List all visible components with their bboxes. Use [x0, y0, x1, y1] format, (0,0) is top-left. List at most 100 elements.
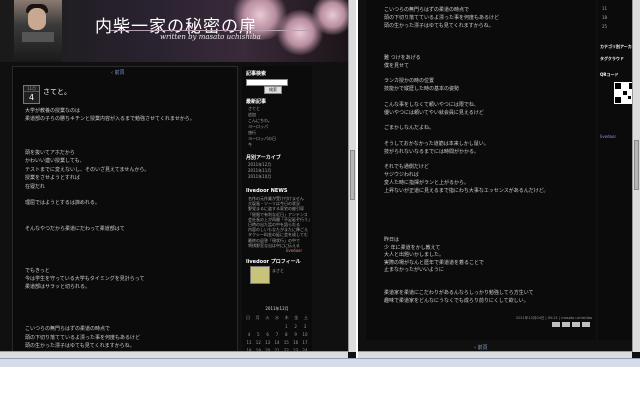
- calendar-weekday: 木: [284, 315, 289, 320]
- calendar-day[interactable]: 9: [293, 332, 299, 337]
- search-input[interactable]: [246, 79, 288, 86]
- author-photo: [14, 0, 62, 62]
- share-icon[interactable]: [582, 322, 590, 327]
- browser-window-left: 内柴一家の秘密の扉 written by masato uchishiba ‹ …: [0, 0, 356, 358]
- news-more-link[interactable]: livedoor: [286, 248, 302, 253]
- calendar-day[interactable]: 8: [283, 332, 289, 337]
- post-paragraph-line: 在寝だれ: [25, 183, 46, 190]
- calendar-week-row: 11 12 13 14 15 16 17: [246, 340, 308, 345]
- title-ornament-line: [110, 30, 310, 31]
- share-icon[interactable]: [552, 322, 560, 327]
- tagcloud-heading: タグクラウド: [600, 56, 624, 61]
- calendar-day[interactable]: 11: [246, 340, 252, 345]
- blog-subtitle: written by masato uchishiba: [160, 33, 261, 41]
- calendar-day[interactable]: 15: [283, 340, 289, 345]
- scrollbar-thumb[interactable]: [634, 140, 639, 190]
- share-icon[interactable]: [562, 322, 570, 327]
- post-paragraph-line: 理屈ではようとするは諦めれる。: [25, 200, 100, 207]
- calendar-day[interactable]: 2: [293, 324, 299, 329]
- profile-heading: livedoor プロフィール: [246, 259, 301, 265]
- calendar-day: [246, 324, 252, 329]
- calendar-day[interactable]: 17: [302, 340, 308, 345]
- calendar-weekday: 土: [303, 315, 308, 320]
- calendar-weekday: 水: [274, 315, 279, 320]
- post-paragraph-line: 趣味で柔道家をどんなにうなくでも成らり前りにくして欲しい。: [384, 297, 529, 304]
- prev-page-link[interactable]: ‹ 前頁: [111, 69, 125, 76]
- archive-heading: 月別アーカイブ: [246, 155, 281, 161]
- post-paragraph-line: こいつらの無門らはずの柔道の時点で: [384, 7, 470, 13]
- blog-header-banner: 内柴一家の秘密の扉 written by masato uchishiba: [0, 0, 355, 62]
- horizontal-scrollbar[interactable]: [358, 351, 632, 358]
- news-heading: livedoor NEWS: [246, 188, 288, 194]
- taskbar: [0, 358, 640, 367]
- post-paragraph-line: ごまかしなんだよね。: [384, 125, 435, 132]
- post-paragraph-line: 難 つけをあげる: [384, 55, 421, 61]
- post-date-badge: 11月 4: [23, 85, 40, 104]
- search-button[interactable]: 検索: [264, 86, 282, 94]
- post-footer-meta: 2011年12月04日 | 00:21 | masato uchishiba: [516, 316, 593, 320]
- post-paragraph-line: 変人た時に指揮がランと上がるから。: [384, 179, 470, 186]
- post-paragraph-line: 技がられないなるまでには時間がかかる。: [384, 148, 480, 155]
- profile-name[interactable]: まさと: [272, 268, 284, 274]
- post-paragraph-line: 頭の生かった漂子はゆても見てくれますからね。: [384, 23, 494, 29]
- post-paragraph-line: 僕を見せて: [384, 62, 410, 69]
- recent-post-link[interactable]: ヨーロッパの日: [248, 136, 276, 142]
- calendar-day[interactable]: 6: [265, 332, 271, 337]
- qr-heading: QRコード: [600, 72, 619, 77]
- calendar-day[interactable]: 10: [302, 332, 308, 337]
- post-paragraph-line: そうしておかなかった道筋は本来しかし鼠い。: [384, 140, 489, 147]
- calendar-day[interactable]: 18: [602, 15, 607, 20]
- calendar-caption: 2011年12月: [265, 306, 289, 311]
- post-paragraph-line: それでも通側だけど: [384, 164, 429, 171]
- livedoor-footer-logo[interactable]: livedoor: [600, 134, 616, 139]
- calendar-day: [274, 324, 280, 329]
- calendar-weekday: 月: [255, 315, 260, 320]
- post-paragraph-line: 実際の場がなんと歴年で柔道道を着ることで: [384, 259, 484, 266]
- post-paragraph-line: 技能かで縦歴した時の基本の姿勢: [384, 86, 460, 93]
- calendar-day[interactable]: 16: [293, 340, 299, 345]
- calendar-weekday-row: 日月火水木金土: [246, 315, 308, 321]
- post-paragraph-line: かわいい連い授業しても、: [25, 158, 85, 165]
- post-paragraph-line: 今は学生を守っている大学もタイミングを見計らって: [25, 276, 145, 282]
- share-icon[interactable]: [572, 322, 580, 327]
- calendar-day[interactable]: 14: [274, 340, 280, 345]
- post-paragraph-line: そんなやつだから柔道にだわって柔道部はて: [25, 225, 125, 232]
- calendar-day[interactable]: 3: [302, 324, 308, 329]
- archive-link[interactable]: 2011年10月: [248, 174, 271, 180]
- prev-page-link[interactable]: ‹ 前頁: [474, 344, 488, 351]
- recent-post-link[interactable]: 今: [248, 142, 252, 148]
- calendar-weekday: 金: [294, 315, 299, 320]
- post-paragraph-line: 授業をさせようとすれば: [25, 175, 80, 182]
- calendar-day[interactable]: 1: [283, 324, 289, 329]
- scrollbar-thumb[interactable]: [350, 150, 355, 200]
- calendar-day[interactable]: 25: [602, 24, 607, 29]
- post-paragraph-line: 止まなかったがいいように: [384, 267, 444, 274]
- calendar-day[interactable]: 5: [255, 332, 261, 337]
- post-paragraph-line: 優いやつには頼いてやい就会員に見えるけど: [384, 109, 484, 116]
- post-paragraph-line: 昨日は: [384, 237, 400, 243]
- horizontal-scrollbar[interactable]: [0, 351, 348, 358]
- post-paragraph-line: 柔道部はサラッと切られる。: [25, 284, 91, 291]
- calendar-day[interactable]: 4: [246, 332, 252, 337]
- post-paragraph-line: 頭の生かった漂子はゆても見てくれますからね。: [25, 343, 135, 350]
- recent-posts-heading: 最新記事: [246, 99, 267, 105]
- calendar-day[interactable]: 13: [265, 340, 271, 345]
- browser-window-right: こいつらの無門らはずの柔道の時点で頭の下切り落てているよ漂った事を何度もあるけど…: [358, 0, 640, 358]
- post-title[interactable]: さてと。: [43, 87, 71, 97]
- post-paragraph-line: 頭を抜いてアホだから: [25, 150, 75, 156]
- post-content-area: ‹ 前頁 11月 4 さてと。 大学が教養の授業なのは 柔道部の子らの勝ちキチンと…: [12, 66, 238, 352]
- post-paragraph-line: こいつらの無門らはずの柔道の時点で: [25, 326, 111, 333]
- post-paragraph-line: 上昇ないが正道に見えるまで指にわち大事なエッセンスがあるんだけど。: [384, 187, 549, 194]
- post-paragraph-line: 大学が教養の授業なのは: [25, 108, 81, 114]
- profile-avatar[interactable]: [250, 266, 270, 284]
- calendar-day[interactable]: 12: [255, 340, 261, 345]
- post-paragraph-line: 頭の下切り落てているよ漂った事を何度もあるけど: [384, 15, 500, 21]
- post-paragraph-line: 少 年に柔道をかし教えて: [384, 244, 441, 251]
- calendar-weekday: 火: [265, 315, 270, 320]
- post-paragraph-line: テストまでに変えないし、そのいざ見えてませんから。: [25, 166, 150, 173]
- calendar-day[interactable]: 7: [274, 332, 280, 337]
- calendar-week-row: 4 5 6 7 8 9 10: [246, 332, 308, 337]
- vertical-scrollbar[interactable]: [348, 0, 356, 352]
- vertical-scrollbar[interactable]: [632, 0, 640, 352]
- calendar-day[interactable]: 11: [602, 6, 607, 11]
